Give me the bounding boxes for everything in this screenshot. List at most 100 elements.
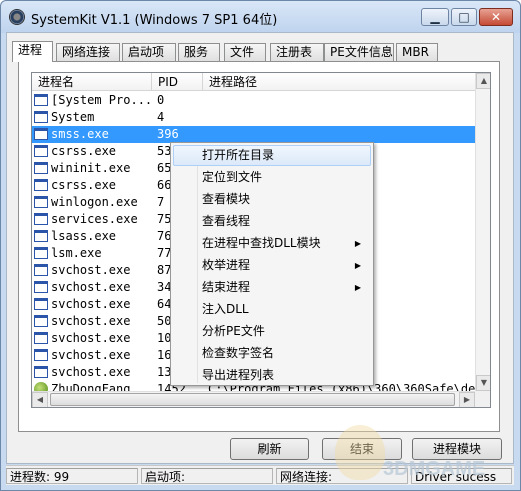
process-pid-cell: 396 <box>157 127 179 141</box>
scroll-left-icon[interactable]: ◀ <box>32 392 48 407</box>
menu-item-label: 在进程中查找DLL模块 <box>202 236 321 250</box>
scroll-up-icon[interactable]: ▲ <box>476 73 490 89</box>
process-pid-cell: 4 <box>157 110 165 124</box>
process-name-cell: svchost.exe <box>51 280 131 294</box>
table-row[interactable]: System 4 <box>32 109 475 126</box>
menu-item-label: 检查数字签名 <box>202 346 275 360</box>
app-logo-icon <box>9 9 25 25</box>
process-pid-cell: 0 <box>157 93 165 107</box>
minimize-button[interactable]: ▁ <box>421 8 449 26</box>
tab-files[interactable]: 文件 <box>224 43 266 61</box>
process-name-cell: svchost.exe <box>51 314 131 328</box>
process-window-icon <box>34 213 48 225</box>
watermark-text: 3DMGAME <box>383 458 486 480</box>
menu-item-label: 定位到文件 <box>202 170 263 184</box>
process-modules-button[interactable]: 进程模块 <box>412 438 502 460</box>
process-window-icon <box>34 247 48 259</box>
column-header-pid[interactable]: PID <box>152 73 203 91</box>
process-name-cell: svchost.exe <box>51 365 131 379</box>
menu-item-label: 查看模块 <box>202 192 251 206</box>
process-window-icon <box>34 332 48 344</box>
menu-item[interactable]: 定位到文件 <box>173 167 371 188</box>
process-window-icon <box>34 111 48 123</box>
menu-item-label: 结束进程 <box>202 280 251 294</box>
process-name-cell: smss.exe <box>51 127 109 141</box>
menu-item-label: 枚举进程 <box>202 258 251 272</box>
close-icon: ✕ <box>490 10 502 24</box>
tab-registry[interactable]: 注册表 <box>270 43 324 61</box>
maximize-button[interactable]: □ <box>451 8 477 26</box>
status-startup: 启动项: <box>141 468 273 484</box>
menu-item[interactable]: 打开所在目录 <box>173 145 371 166</box>
menu-item-label: 查看线程 <box>202 214 251 228</box>
menu-item-label: 分析PE文件 <box>202 324 265 338</box>
submenu-arrow-icon: ▶ <box>354 283 361 292</box>
menu-item-label: 导出进程列表 <box>202 368 275 382</box>
process-name-cell: svchost.exe <box>51 297 131 311</box>
tab-mbr[interactable]: MBR <box>396 43 438 61</box>
scroll-right-icon[interactable]: ▶ <box>459 392 475 407</box>
process-name-cell: lsm.exe <box>51 246 102 260</box>
list-header: 进程名 PID 进程路径 <box>32 73 475 91</box>
menu-item[interactable]: 查看模块 <box>173 189 371 210</box>
scroll-down-icon[interactable]: ▼ <box>476 375 490 391</box>
process-name-cell: [System Pro... <box>51 93 153 107</box>
horizontal-scroll-thumb[interactable] <box>50 393 455 406</box>
process-window-icon <box>34 366 48 378</box>
menu-item[interactable]: 枚举进程 ▶ <box>173 255 371 276</box>
title-bar[interactable]: SystemKit V1.1 (Windows 7 SP1 64位) ▁ □ ✕ <box>1 1 520 33</box>
process-window-icon <box>34 179 48 191</box>
refresh-button[interactable]: 刷新 <box>230 438 309 460</box>
menu-item[interactable]: 导出进程列表 <box>173 365 371 386</box>
process-pid-cell: 7 <box>157 195 165 209</box>
window-title: SystemKit V1.1 (Windows 7 SP1 64位) <box>31 13 278 28</box>
process-name-cell: svchost.exe <box>51 331 131 345</box>
close-button[interactable]: ✕ <box>479 8 513 26</box>
menu-item[interactable]: 结束进程 ▶ <box>173 277 371 298</box>
process-window-icon <box>34 145 48 157</box>
horizontal-scrollbar[interactable]: ◀ ▶ <box>32 391 475 407</box>
process-name-cell: svchost.exe <box>51 348 131 362</box>
tab-services[interactable]: 服务 <box>178 43 220 61</box>
process-window-icon <box>34 94 48 106</box>
process-window-icon <box>34 230 48 242</box>
process-window-icon <box>34 162 48 174</box>
tab-pe-info[interactable]: PE文件信息 <box>324 43 394 61</box>
process-window-icon <box>34 315 48 327</box>
menu-item[interactable]: 注入DLL <box>173 299 371 320</box>
process-window-icon <box>34 281 48 293</box>
column-header-path[interactable]: 进程路径 <box>203 73 475 91</box>
process-name-cell: winlogon.exe <box>51 195 138 209</box>
process-window-icon <box>34 298 48 310</box>
tab-processes[interactable]: 进程 <box>12 41 53 62</box>
menu-item[interactable]: 在进程中查找DLL模块 ▶ <box>173 233 371 254</box>
process-window-icon <box>34 128 48 140</box>
menu-item[interactable]: 查看线程 <box>173 211 371 232</box>
tab-startup[interactable]: 启动项 <box>122 43 176 61</box>
menu-item[interactable]: 分析PE文件 <box>173 321 371 342</box>
column-header-name[interactable]: 进程名 <box>32 73 152 91</box>
process-name-cell: System <box>51 110 95 124</box>
status-process-count: 进程数: 99 <box>6 468 138 484</box>
menu-item-label: 注入DLL <box>202 302 249 316</box>
process-name-cell: svchost.exe <box>51 263 131 277</box>
context-menu: 打开所在目录 定位到文件 查看模块 查看线程 在进程中查找DLL模块 ▶ 枚举进程 ▶ 结束进程… <box>170 142 374 386</box>
submenu-arrow-icon: ▶ <box>354 239 361 248</box>
menu-item[interactable]: 检查数字签名 <box>173 343 371 364</box>
table-row[interactable]: [System Pro... 0 <box>32 92 475 109</box>
process-name-cell: services.exe <box>51 212 138 226</box>
scroll-corner <box>475 391 490 407</box>
process-window-icon <box>34 264 48 276</box>
vertical-scrollbar[interactable]: ▲ ▼ <box>475 73 490 391</box>
submenu-arrow-icon: ▶ <box>354 261 361 270</box>
process-name-cell: lsass.exe <box>51 229 117 243</box>
process-name-cell: csrss.exe <box>51 178 117 192</box>
maximize-icon: □ <box>458 10 470 24</box>
process-window-icon <box>34 196 48 208</box>
process-name-cell: wininit.exe <box>51 161 131 175</box>
table-row[interactable]: smss.exe 396 <box>32 126 475 143</box>
process-name-cell: csrss.exe <box>51 144 117 158</box>
tab-network[interactable]: 网络连接 <box>56 43 120 61</box>
minimize-icon: ▁ <box>430 10 440 24</box>
menu-item-label: 打开所在目录 <box>202 148 275 162</box>
